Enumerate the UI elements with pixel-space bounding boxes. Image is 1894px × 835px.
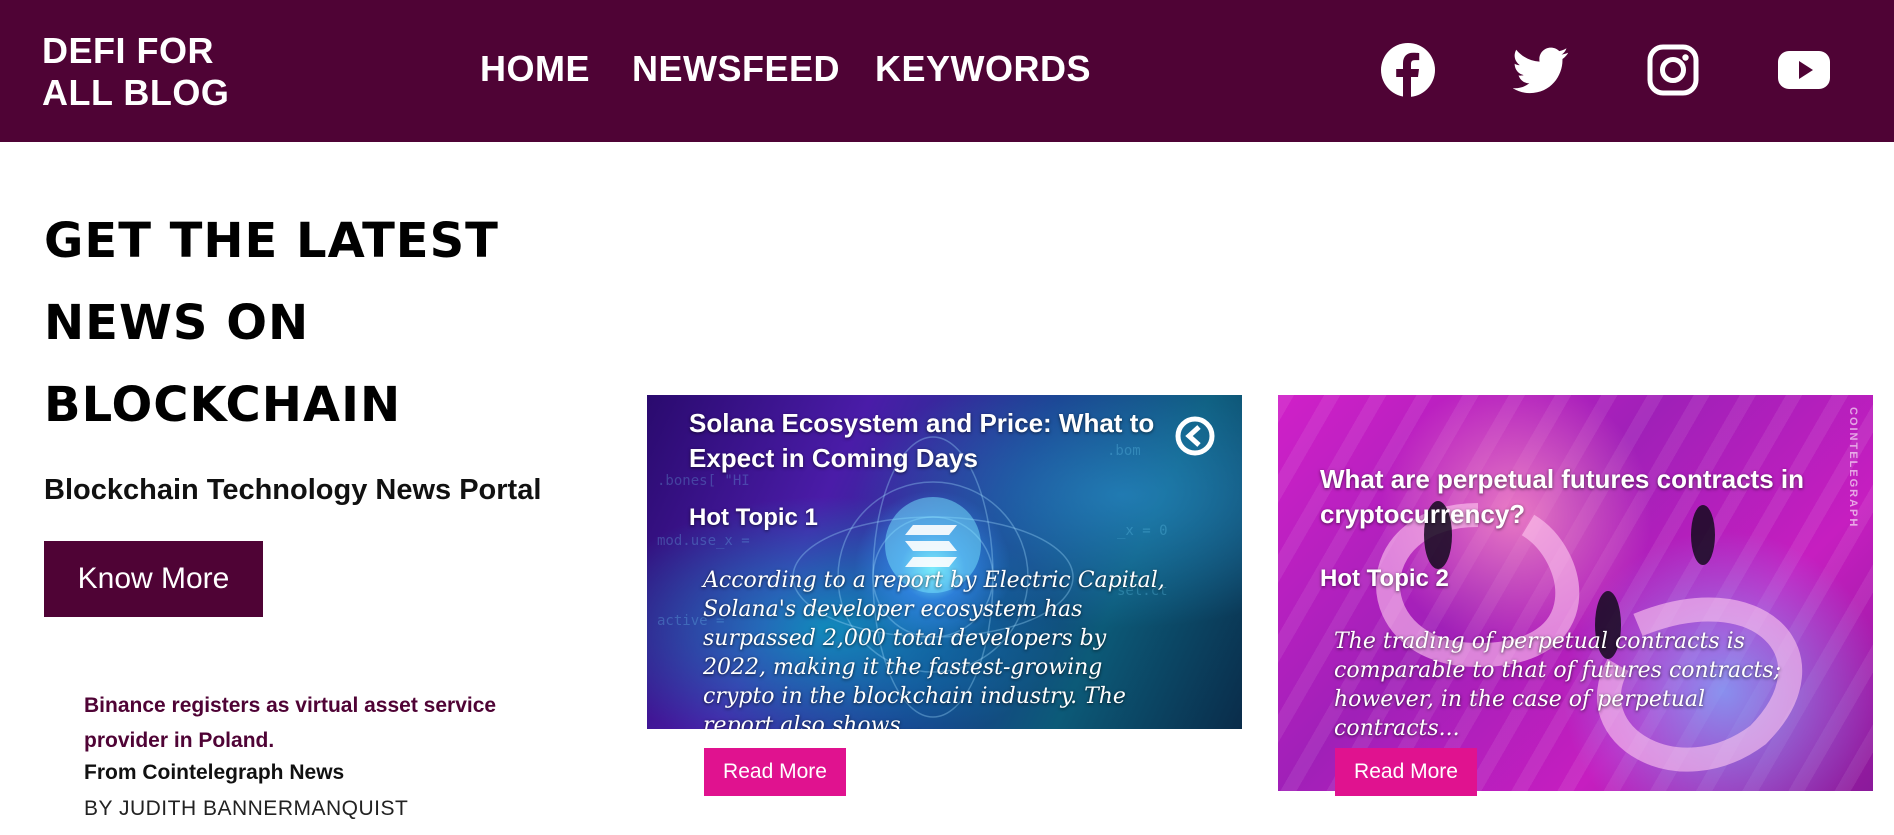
- news-source: From Cointelegraph News: [84, 761, 345, 784]
- hot-topic-card-1[interactable]: .bones[ "HI mod.use_x = active = .bom _x =…: [647, 395, 1242, 729]
- svg-text:_x = 0: _x = 0: [1117, 523, 1168, 539]
- twitter-icon[interactable]: [1513, 42, 1569, 98]
- hot-topic-card-2[interactable]: COINTELEGRAPH What are perpetual futures…: [1278, 395, 1873, 791]
- top-navbar: DEFI FOR ALL BLOG HOME NEWSFEED KEYWORDS: [0, 0, 1894, 142]
- facebook-icon[interactable]: [1380, 42, 1436, 98]
- card-excerpt: According to a report by Electric Capita…: [703, 568, 1165, 729]
- nav-home-link[interactable]: HOME: [480, 48, 590, 90]
- card-topic: Hot Topic 1: [689, 504, 818, 531]
- hero-title: GET THE LATEST NEWS ON BLOCKCHAIN: [44, 213, 499, 433]
- nav-keywords-link[interactable]: KEYWORDS: [875, 48, 1091, 90]
- youtube-icon[interactable]: [1776, 42, 1832, 98]
- site-brand[interactable]: DEFI FOR ALL BLOG: [42, 30, 262, 114]
- know-more-button[interactable]: Know More: [44, 541, 263, 617]
- svg-text:mod.use_x =: mod.use_x =: [657, 533, 750, 549]
- news-author: BY JUDITH BANNERMANQUIST: [84, 797, 409, 820]
- scroll-arrow-icon[interactable]: [1175, 416, 1215, 456]
- card-excerpt: The trading of perpetual contracts is co…: [1334, 629, 1782, 741]
- nav-newsfeed-link[interactable]: NEWSFEED: [632, 48, 840, 90]
- hero-subtitle: Blockchain Technology News Portal: [44, 474, 542, 506]
- card-title[interactable]: What are perpetual futures contracts in …: [1320, 462, 1850, 532]
- instagram-icon[interactable]: [1645, 42, 1701, 98]
- news-headline-link[interactable]: Binance registers as virtual asset servi…: [84, 688, 514, 758]
- read-more-button-2[interactable]: Read More: [1335, 748, 1477, 796]
- read-more-button-1[interactable]: Read More: [704, 748, 846, 796]
- card-topic: Hot Topic 2: [1320, 565, 1449, 592]
- card-title[interactable]: Solana Ecosystem and Price: What to Expe…: [689, 406, 1189, 476]
